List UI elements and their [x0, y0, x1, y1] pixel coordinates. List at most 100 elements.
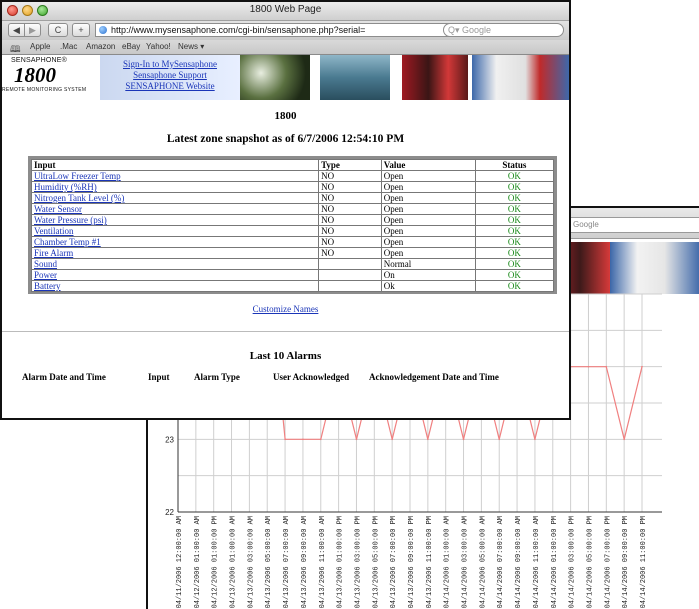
cell-type: NO: [318, 203, 382, 215]
table-row: Nitrogen Tank Level (%) NO Open OK: [30, 192, 555, 204]
page-content: SENSAPHONE® 1800 REMOTE MONITORING SYSTE…: [2, 55, 569, 418]
data-point: [284, 438, 286, 441]
cell-status: OK: [474, 192, 555, 204]
zone-input-link[interactable]: Battery: [34, 281, 61, 291]
customize-names-link[interactable]: Customize Names: [253, 304, 319, 314]
cell-input[interactable]: Fire Alarm: [30, 247, 320, 259]
zone-input-link[interactable]: Nitrogen Tank Level (%): [34, 193, 124, 203]
browser-window: 1800 Web Page ◀ ▶ C + http://www.mysensa…: [0, 0, 571, 420]
zone-input-link[interactable]: Fire Alarm: [34, 248, 73, 258]
support-link[interactable]: Sensaphone Support: [100, 70, 240, 81]
cell-input[interactable]: Sound: [30, 258, 320, 270]
cell-input[interactable]: Power: [30, 269, 320, 281]
data-point: [498, 438, 501, 441]
sensaphone-logo: SENSAPHONE® 1800 REMOTE MONITORING SYSTE…: [2, 55, 100, 100]
zone-input-link[interactable]: Chamber Temp #1: [34, 237, 101, 247]
table-row: Power On OK: [30, 269, 555, 281]
cell-input[interactable]: Humidity (%RH): [30, 181, 320, 193]
cell-value: Open: [380, 214, 476, 226]
alarm-column-type: Alarm Type: [194, 372, 240, 382]
y-tick-label: 22: [165, 508, 174, 517]
x-tick-label: 04/12/2006 01:00:00 PM: [212, 516, 220, 608]
x-tick-label: 04/14/2006 11:00:00 PM: [640, 516, 648, 608]
x-tick-label: 04/14/2006 07:00:00 AM: [497, 516, 505, 608]
forward-button[interactable]: ▶: [24, 23, 41, 37]
data-point: [355, 438, 358, 441]
data-point: [623, 438, 625, 441]
zone-input-link[interactable]: Sound: [34, 259, 57, 269]
snapshot-heading: Latest zone snapshot as of 6/7/2006 12:5…: [166, 133, 405, 145]
cell-status: OK: [474, 247, 555, 259]
cell-value: Open: [380, 225, 476, 237]
alarm-column-acknowledged: User Acknowledged: [273, 372, 350, 382]
alarms-heading: Last 10 Alarms: [249, 350, 322, 362]
data-point: [587, 365, 590, 368]
cell-input[interactable]: Ventilation: [30, 225, 320, 237]
column-header-value: Value: [380, 159, 476, 171]
zone-input-link[interactable]: Ventilation: [34, 226, 74, 236]
cell-status: OK: [474, 280, 555, 292]
cell-input[interactable]: Battery: [30, 280, 320, 292]
zone-table: Input Type Value Status UltraLow Freezer…: [30, 159, 555, 292]
x-tick-label: 04/14/2006 03:00:00 AM: [462, 516, 470, 608]
cell-type: [318, 269, 382, 281]
x-tick-label: 04/14/2006 07:00:00 PM: [604, 516, 612, 608]
bookmark-news[interactable]: News ▾: [178, 42, 204, 51]
zone-input-link[interactable]: UltraLow Freezer Temp: [34, 171, 121, 181]
data-point: [302, 438, 304, 441]
cell-status: OK: [474, 203, 555, 215]
x-tick-label: 04/14/2006 03:00:00 PM: [569, 516, 577, 608]
bookmark-yahoo[interactable]: Yahoo!: [146, 42, 171, 51]
table-row: Fire Alarm NO Open OK: [30, 247, 555, 259]
table-row: Humidity (%RH) NO Open OK: [30, 181, 555, 193]
cell-status: OK: [474, 236, 555, 248]
zone-input-link[interactable]: Water Pressure (psi): [34, 215, 107, 225]
bookmark-apple[interactable]: Apple: [30, 42, 50, 51]
add-bookmark-button[interactable]: +: [72, 23, 90, 37]
cell-type: NO: [318, 170, 382, 182]
reload-button[interactable]: C: [48, 23, 68, 37]
zone-input-link[interactable]: Power: [34, 270, 57, 280]
table-header-row: Input Type Value Status: [30, 159, 555, 171]
cell-status: OK: [474, 181, 555, 193]
data-point: [319, 438, 322, 441]
bookmark-ebay[interactable]: eBay: [122, 42, 140, 51]
back-button[interactable]: ◀: [8, 23, 25, 37]
cell-input[interactable]: Nitrogen Tank Level (%): [30, 192, 320, 204]
x-tick-label: 04/13/2006 05:00:00 PM: [372, 516, 380, 608]
x-tick-label: 04/14/2006 11:00:00 AM: [533, 516, 541, 608]
cell-input[interactable]: UltraLow Freezer Temp: [30, 170, 320, 182]
x-tick-label: 04/13/2006 07:00:00 AM: [283, 516, 291, 608]
logo-model: 1800: [14, 63, 56, 87]
sign-in-link[interactable]: Sign-In to MySensaphone: [100, 59, 240, 70]
alarm-column-input: Input: [148, 372, 170, 382]
address-text: http://www.mysensaphone.com/cgi-bin/sens…: [111, 25, 366, 35]
x-tick-label: 04/14/2006 09:00:00 PM: [622, 516, 630, 608]
banner-photo-water: [320, 55, 390, 100]
banner-links: Sign-In to MySensaphone Sensaphone Suppo…: [100, 55, 240, 100]
cell-input[interactable]: Chamber Temp #1: [30, 236, 320, 248]
cell-type: [318, 280, 382, 292]
table-row: Chamber Temp #1 NO Open OK: [30, 236, 555, 248]
zone-input-link[interactable]: Humidity (%RH): [34, 182, 97, 192]
cell-input[interactable]: Water Pressure (psi): [30, 214, 320, 226]
cell-type: NO: [318, 192, 382, 204]
x-tick-label: 04/14/2006 01:00:00 PM: [551, 516, 559, 608]
bookmark-amazon[interactable]: Amazon: [86, 42, 115, 51]
x-tick-label: 04/13/2006 11:00:00 AM: [319, 516, 327, 608]
cell-status: OK: [474, 258, 555, 270]
title-bar: 1800 Web Page: [2, 2, 569, 21]
globe-icon: [99, 26, 107, 34]
website-link[interactable]: SENSAPHONE Website: [100, 81, 240, 92]
address-bar[interactable]: http://www.mysensaphone.com/cgi-bin/sens…: [95, 23, 530, 37]
bookmark-mac[interactable]: .Mac: [60, 42, 77, 51]
cell-status: OK: [474, 170, 555, 182]
x-tick-label: 04/11/2006 12:00:00 AM: [176, 516, 184, 608]
cell-input[interactable]: Water Sensor: [30, 203, 320, 215]
zone-input-link[interactable]: Water Sensor: [34, 204, 82, 214]
customize-names: Customize Names: [2, 304, 569, 314]
data-point: [605, 365, 608, 368]
search-field[interactable]: Q▾ Google: [443, 23, 564, 37]
banner-photo-cylinders: [402, 55, 468, 100]
x-tick-label: 04/14/2006 09:00:00 AM: [515, 516, 523, 608]
